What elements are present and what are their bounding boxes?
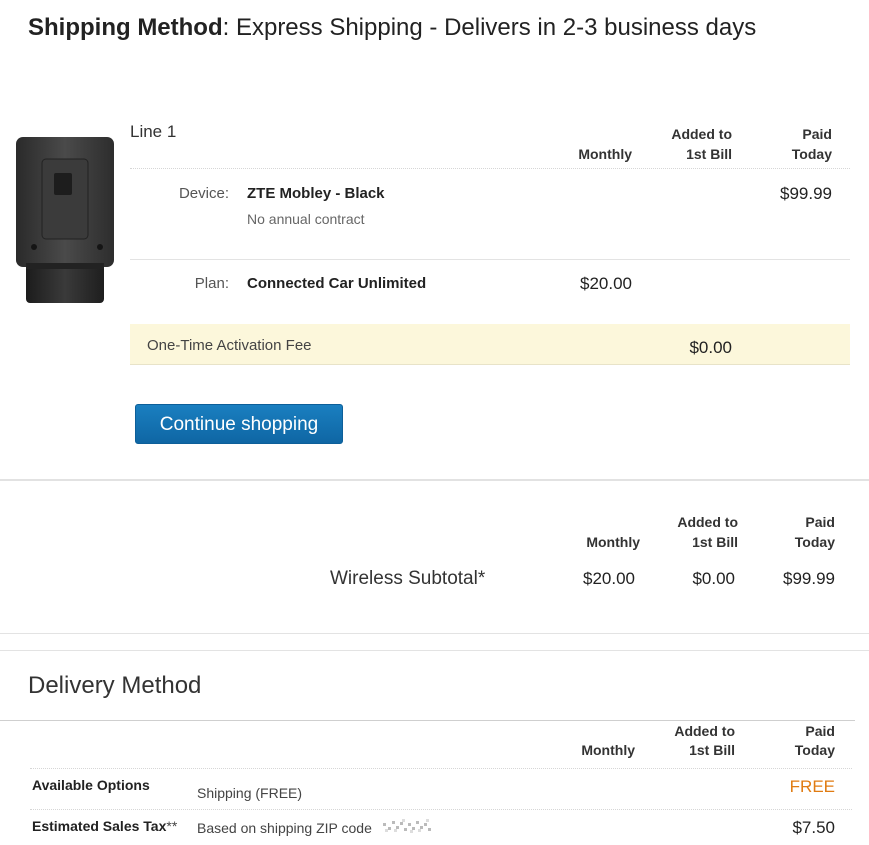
- section-divider: [0, 479, 869, 481]
- device-contract-note: No annual contract: [247, 211, 365, 227]
- device-paid-today: $99.99: [780, 184, 832, 203]
- col-paid-1: Paid: [802, 126, 832, 142]
- continue-shopping-button[interactable]: Continue shopping: [135, 404, 343, 444]
- subtotal-col-added-1: Added to: [677, 514, 738, 530]
- delivery-col-paid-2: Today: [794, 742, 835, 758]
- divider: [0, 650, 869, 651]
- device-name: ZTE Mobley - Black: [247, 185, 385, 202]
- activation-fee-added: $0.00: [689, 338, 732, 357]
- shipping-price-free: FREE: [789, 777, 835, 796]
- subtotal-col-monthly: Monthly: [586, 534, 640, 550]
- plan-label: Plan:: [194, 275, 229, 292]
- divider: [130, 168, 850, 169]
- subtotal-paid-today: $99.99: [783, 569, 835, 588]
- col-paid-2: Today: [791, 146, 832, 162]
- activation-fee-label: One-Time Activation Fee: [147, 337, 312, 354]
- col-monthly: Monthly: [578, 146, 632, 162]
- device-label: Device:: [178, 185, 229, 202]
- plan-name: Connected Car Unlimited: [247, 275, 427, 292]
- sales-tax-price: $7.50: [792, 818, 835, 837]
- divider: [130, 259, 850, 260]
- divider: [30, 768, 852, 769]
- shipping-method-value: : Express Shipping - Delivers in 2-3 bus…: [222, 14, 757, 41]
- delivery-col-added-2: 1st Bill: [689, 742, 735, 758]
- redacted-zip-icon: [381, 817, 433, 837]
- col-added-2: 1st Bill: [686, 146, 732, 162]
- subtotal-added: $0.00: [692, 569, 735, 588]
- sales-tax-note: Based on shipping ZIP code: [197, 820, 372, 836]
- subtotal-monthly: $20.00: [583, 569, 635, 588]
- sales-tax-marker: **: [166, 818, 178, 834]
- obd-dongle-icon: [16, 137, 114, 303]
- delivery-method-title: Delivery Method: [28, 672, 202, 699]
- plan-monthly: $20.00: [580, 274, 632, 293]
- delivery-col-monthly: Monthly: [581, 742, 635, 758]
- subtotal-col-paid-1: Paid: [805, 514, 835, 530]
- device-image: [14, 135, 116, 307]
- shipping-option: Shipping (FREE): [197, 785, 303, 801]
- sales-tax-label: Estimated Sales Tax**: [32, 818, 177, 834]
- subtotal-col-paid-2: Today: [794, 534, 835, 550]
- shipping-method-heading: Shipping Method: Express Shipping - Deli…: [28, 14, 756, 42]
- sales-tax-label-text: Estimated Sales Tax: [32, 818, 167, 834]
- available-options-label: Available Options: [32, 777, 150, 793]
- divider: [30, 809, 852, 810]
- delivery-col-added-1: Added to: [674, 723, 735, 739]
- delivery-col-paid-1: Paid: [805, 723, 835, 739]
- shipping-method-label: Shipping Method: [28, 14, 223, 41]
- subtotal-col-added-2: 1st Bill: [692, 534, 738, 550]
- wireless-subtotal-label: Wireless Subtotal*: [330, 568, 486, 589]
- col-added-1: Added to: [671, 126, 732, 142]
- divider: [0, 633, 869, 634]
- line-title: Line 1: [130, 122, 177, 141]
